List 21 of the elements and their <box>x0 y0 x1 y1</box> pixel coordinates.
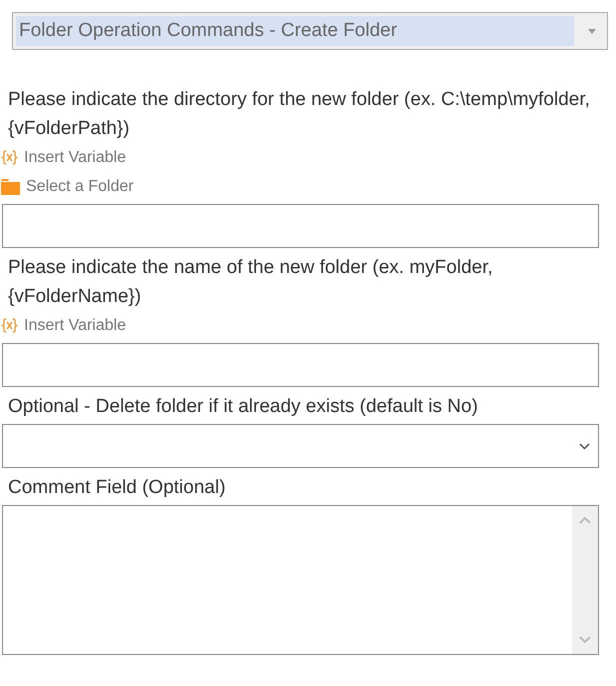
variable-icon <box>1 150 18 165</box>
field-label: Please indicate the name of the new folder (ex. myFolder, {vFolderName}) <box>7 256 494 309</box>
scroll-up-icon[interactable] <box>579 516 591 524</box>
field-link[interactable]: Insert Variable <box>24 316 126 334</box>
field-link[interactable]: Insert Variable <box>24 148 126 166</box>
field-link[interactable]: Select a Folder <box>26 178 134 196</box>
dropdown-value: Folder Operation Commands - Create Folder <box>16 16 574 46</box>
variable-icon <box>1 318 18 333</box>
scrollbar[interactable] <box>572 506 598 654</box>
caret-icon <box>588 28 596 34</box>
field-label: Please indicate the directory for the new folder (ex. C:\temp\myfolder, {vFolderPath}) <box>7 88 591 141</box>
dropdown-field[interactable] <box>2 424 599 468</box>
chevron-down-icon <box>579 442 590 450</box>
input-field[interactable] <box>2 343 599 387</box>
folder-icon <box>1 178 20 194</box>
field-label: Comment Field (Optional) <box>7 476 227 500</box>
input-field[interactable] <box>2 204 599 248</box>
command-dropdown[interactable]: Folder Operation Commands - Create Folder <box>12 12 608 50</box>
field-label: Optional - Delete folder if it already exists (default is No) <box>7 395 479 419</box>
scroll-down-icon[interactable] <box>579 636 591 644</box>
comment-field[interactable] <box>2 505 599 655</box>
